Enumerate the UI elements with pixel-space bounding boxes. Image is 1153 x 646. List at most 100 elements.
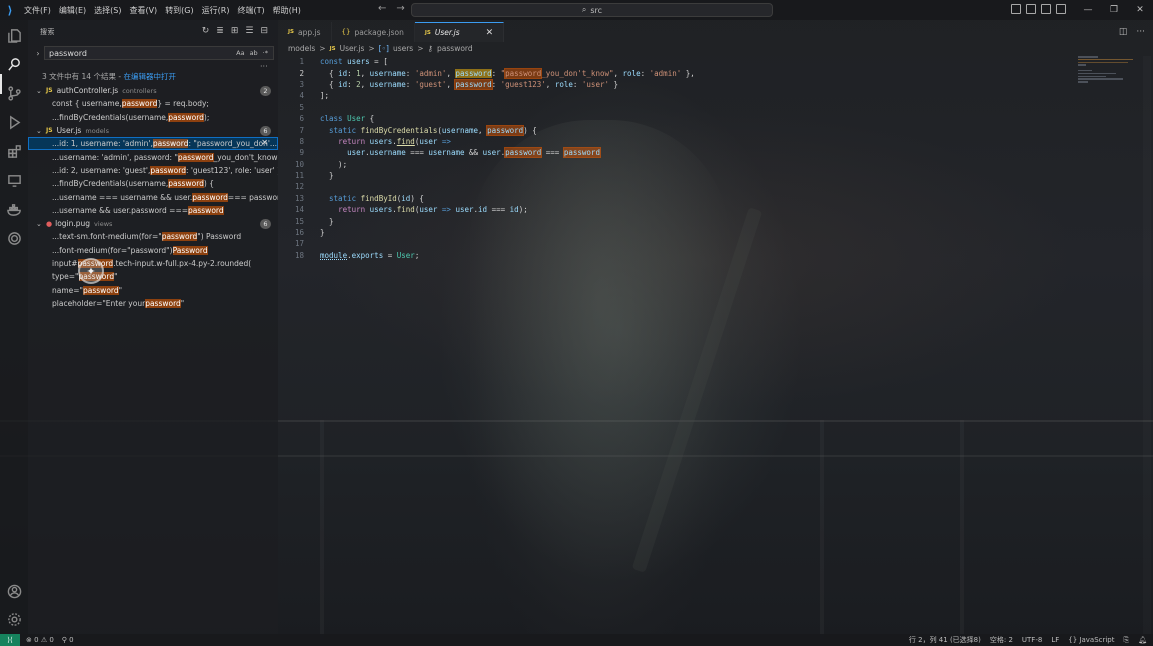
notifications-bell-icon[interactable]: 🔔︎ [1138, 636, 1147, 644]
match-item[interactable]: name=" password " [28, 283, 278, 296]
file-name: login.pug [55, 219, 91, 229]
match-item-selected[interactable]: ...id: 1, username: 'admin', password: "… [28, 137, 278, 151]
source-control-icon[interactable] [5, 84, 23, 102]
search-input-value: password [49, 48, 87, 58]
menu-go[interactable]: 转到(G) [165, 5, 193, 16]
menu-view[interactable]: 查看(V) [129, 5, 157, 16]
extensions-icon[interactable] [5, 142, 23, 160]
restore-icon[interactable]: ❐ [1101, 5, 1127, 15]
match-item[interactable]: ...font-medium(for="password") Password [28, 244, 278, 257]
encoding[interactable]: UTF-8 [1022, 636, 1042, 644]
account-icon[interactable] [5, 582, 23, 600]
ports-icon: ⚲ [61, 636, 67, 644]
tab-label: User.js [434, 28, 460, 37]
line-number: 17 [294, 239, 304, 249]
match-item[interactable]: ...username: 'admin', password: " passwor… [28, 150, 278, 163]
match-item[interactable]: placeholder="Enter your password " [28, 297, 278, 310]
ports-indicator[interactable]: ⚲ 0 [62, 636, 74, 644]
tab-package-json[interactable]: {} package.json [332, 22, 415, 42]
split-editor-icon[interactable]: ◫ [1119, 27, 1128, 37]
search-icon[interactable] [5, 55, 23, 73]
language-mode[interactable]: {} JavaScript [1068, 636, 1114, 644]
match-item[interactable]: const { username, password } = req.body; [28, 97, 278, 110]
match-text: " [180, 298, 185, 308]
match-text: name=" [52, 285, 84, 295]
minimize-icon[interactable]: — [1075, 5, 1101, 15]
close-window-icon[interactable]: ✕ [1127, 5, 1153, 15]
toggle-panel-icon[interactable] [1026, 4, 1036, 14]
open-in-editor-link[interactable]: 在编辑器中打开 [123, 72, 176, 81]
search-input[interactable]: password Aa ab ·* [44, 46, 274, 60]
explorer-icon[interactable] [5, 26, 23, 44]
line-number: 1 [299, 57, 304, 67]
back-arrow-icon[interactable]: ← [378, 3, 386, 14]
close-tab-icon[interactable]: ✕ [486, 28, 494, 38]
code-editor[interactable]: 1 const users = [ 2 { id: 1, username: 'a… [278, 56, 1078, 261]
breadcrumb-folder[interactable]: models [288, 44, 315, 53]
forward-arrow-icon[interactable]: → [396, 3, 404, 14]
whole-word-option[interactable]: ab [250, 49, 258, 57]
tab-app-js[interactable]: JS app.js [278, 22, 332, 42]
match-text: const { username, [52, 99, 122, 109]
docker-icon[interactable] [5, 200, 23, 218]
match-item[interactable]: type=" password " [28, 270, 278, 283]
match-count-badge: 6 [260, 218, 271, 229]
match-item[interactable]: ...username === username && user. passwor… [28, 190, 278, 203]
collapse-all-icon[interactable]: ⊟ [260, 26, 268, 36]
match-text: " [118, 285, 123, 295]
match-item[interactable]: ...text-sm.font-medium(for=" password ") P… [28, 230, 278, 243]
result-file[interactable]: ⌄ ● login.pug views 6 [28, 217, 278, 230]
view-as-tree-icon[interactable]: ☰ [245, 26, 253, 36]
warning-count: 0 [49, 636, 54, 644]
menu-help[interactable]: 帮助(H) [273, 5, 301, 16]
settings-gear-icon[interactable] [5, 610, 23, 628]
more-options-icon[interactable]: ··· [260, 62, 268, 71]
minimap[interactable] [1078, 56, 1138, 86]
match-item[interactable]: ...username && user.password === passwor… [28, 204, 278, 217]
more-actions-icon[interactable]: ··· [1136, 27, 1145, 37]
match-item[interactable]: ...findByCredentials(username, password)… [28, 111, 278, 124]
tab-user-js[interactable]: JS User.js ✕ [414, 22, 505, 42]
end-of-line[interactable]: LF [1051, 636, 1059, 644]
command-center[interactable]: ⌕ src [411, 3, 773, 17]
remote-indicator-icon[interactable]: ⟩⟨ [0, 634, 20, 646]
chevron-down-icon: ⌄ [36, 86, 42, 95]
timeline-icon[interactable] [5, 229, 23, 247]
code-text: module.exports = User; [320, 250, 420, 260]
feedback-icon[interactable]: ⎘ [1124, 636, 1130, 645]
match-item[interactable]: ...findByCredentials(username, password)… [28, 177, 278, 190]
refresh-icon[interactable]: ↻ [202, 26, 210, 36]
remote-explorer-icon[interactable] [5, 171, 23, 189]
match-case-option[interactable]: Aa [236, 49, 244, 57]
match-text: ...username && user.password === [52, 205, 189, 215]
result-file[interactable]: ⌄ JS authController.js controllers 2 [28, 84, 278, 97]
match-item[interactable]: ...id: 2, username: 'guest', password: '… [28, 164, 278, 177]
code-text: } [320, 171, 334, 181]
menu-selection[interactable]: 选择(S) [94, 5, 121, 16]
toggle-secondary-sidebar-icon[interactable] [1041, 4, 1051, 14]
indentation[interactable]: 空格: 2 [990, 635, 1013, 645]
breadcrumb-property[interactable]: password [437, 44, 473, 53]
menu-run[interactable]: 运行(R) [202, 5, 230, 16]
dismiss-match-icon[interactable]: ✕ [261, 138, 268, 147]
customize-layout-icon[interactable] [1056, 4, 1066, 14]
cursor-position[interactable]: 行 2，列 41 (已选择8) [909, 635, 981, 645]
editor-scrollbar[interactable] [1143, 56, 1151, 634]
new-search-editor-icon[interactable]: ⊞ [231, 26, 239, 36]
breadcrumb-file[interactable]: User.js [340, 44, 365, 53]
breadcrumb-symbol[interactable]: users [393, 44, 413, 53]
menu-edit[interactable]: 编辑(E) [59, 5, 86, 16]
match-item[interactable]: input# password .tech-input.w-full.px-4.py… [28, 257, 278, 270]
run-debug-icon[interactable] [5, 113, 23, 131]
result-file[interactable]: ⌄ JS User.js models 6 [28, 124, 278, 137]
menu-terminal[interactable]: 终端(T) [237, 5, 264, 16]
toggle-replace-chevron-icon[interactable]: › [32, 49, 44, 58]
code-line: 5 [278, 102, 1078, 113]
file-name: authController.js [56, 86, 119, 96]
match-highlight: Password [172, 245, 208, 255]
problems-indicator[interactable]: ⊗ 0 ⚠ 0 [26, 636, 54, 644]
clear-results-icon[interactable]: ≣ [216, 26, 224, 36]
regex-option[interactable]: ·* [263, 49, 268, 57]
toggle-sidebar-icon[interactable] [1011, 4, 1021, 14]
menu-file[interactable]: 文件(F) [24, 5, 51, 16]
